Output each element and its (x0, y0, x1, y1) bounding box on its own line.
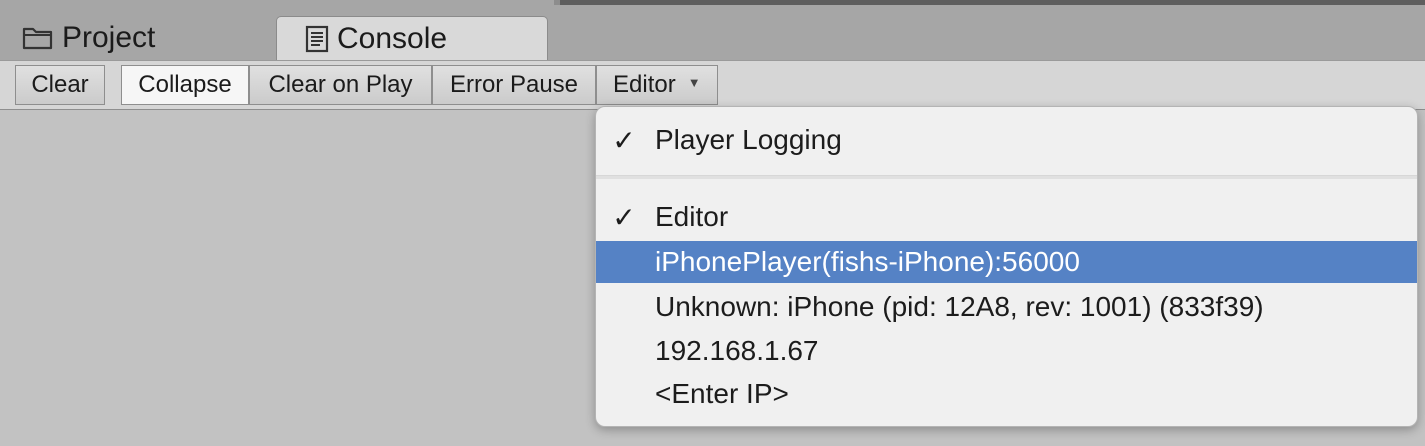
menu-item-editor[interactable]: ✓ Editor (596, 195, 1417, 239)
checkmark-icon: ✓ (612, 201, 636, 233)
menu-item-enter-ip[interactable]: <Enter IP> (596, 372, 1417, 416)
collapse-button[interactable]: Collapse (121, 65, 249, 105)
menu-item-ip-address[interactable]: 192.168.1.67 (596, 329, 1417, 373)
editor-dropdown-label: Editor (613, 71, 676, 98)
menu-item-player-logging[interactable]: ✓ Player Logging (596, 118, 1417, 162)
checkmark-icon: ✓ (612, 124, 636, 156)
folder-icon (22, 25, 54, 51)
attach-player-menu: ✓ Player Logging ✓ Editor iPhonePlayer(f… (595, 106, 1418, 427)
menu-separator (596, 175, 1417, 179)
clear-on-play-button[interactable]: Clear on Play (249, 65, 432, 105)
unity-console-window: Project Console Clear Collapse Clear on … (0, 0, 1425, 446)
menu-item-label: Editor (655, 201, 729, 232)
top-strip (560, 0, 1425, 5)
menu-item-iphone-player[interactable]: iPhonePlayer(fishs-iPhone):56000 (596, 241, 1417, 283)
menu-item-label: <Enter IP> (655, 378, 789, 409)
menu-item-label: Unknown: iPhone (pid: 12A8, rev: 1001) (… (655, 291, 1264, 322)
menu-item-label: iPhonePlayer(fishs-iPhone):56000 (655, 246, 1080, 277)
console-toolbar: Clear Collapse Clear on Play Error Pause… (0, 60, 1425, 110)
menu-item-label: Player Logging (655, 124, 842, 155)
console-icon (305, 25, 329, 53)
tab-project[interactable]: Project (0, 16, 272, 60)
chevron-down-icon: ▼ (687, 74, 701, 90)
editor-dropdown-button[interactable]: Editor ▼ (596, 65, 718, 105)
error-pause-button[interactable]: Error Pause (432, 65, 596, 105)
tab-console-label: Console (337, 21, 448, 55)
tab-bar: Project Console (0, 0, 1425, 60)
menu-item-unknown-iphone[interactable]: Unknown: iPhone (pid: 12A8, rev: 1001) (… (596, 285, 1417, 329)
tab-console[interactable]: Console (276, 16, 548, 60)
clear-button[interactable]: Clear (15, 65, 105, 105)
tab-project-label: Project (62, 21, 156, 54)
menu-item-label: 192.168.1.67 (655, 335, 819, 366)
